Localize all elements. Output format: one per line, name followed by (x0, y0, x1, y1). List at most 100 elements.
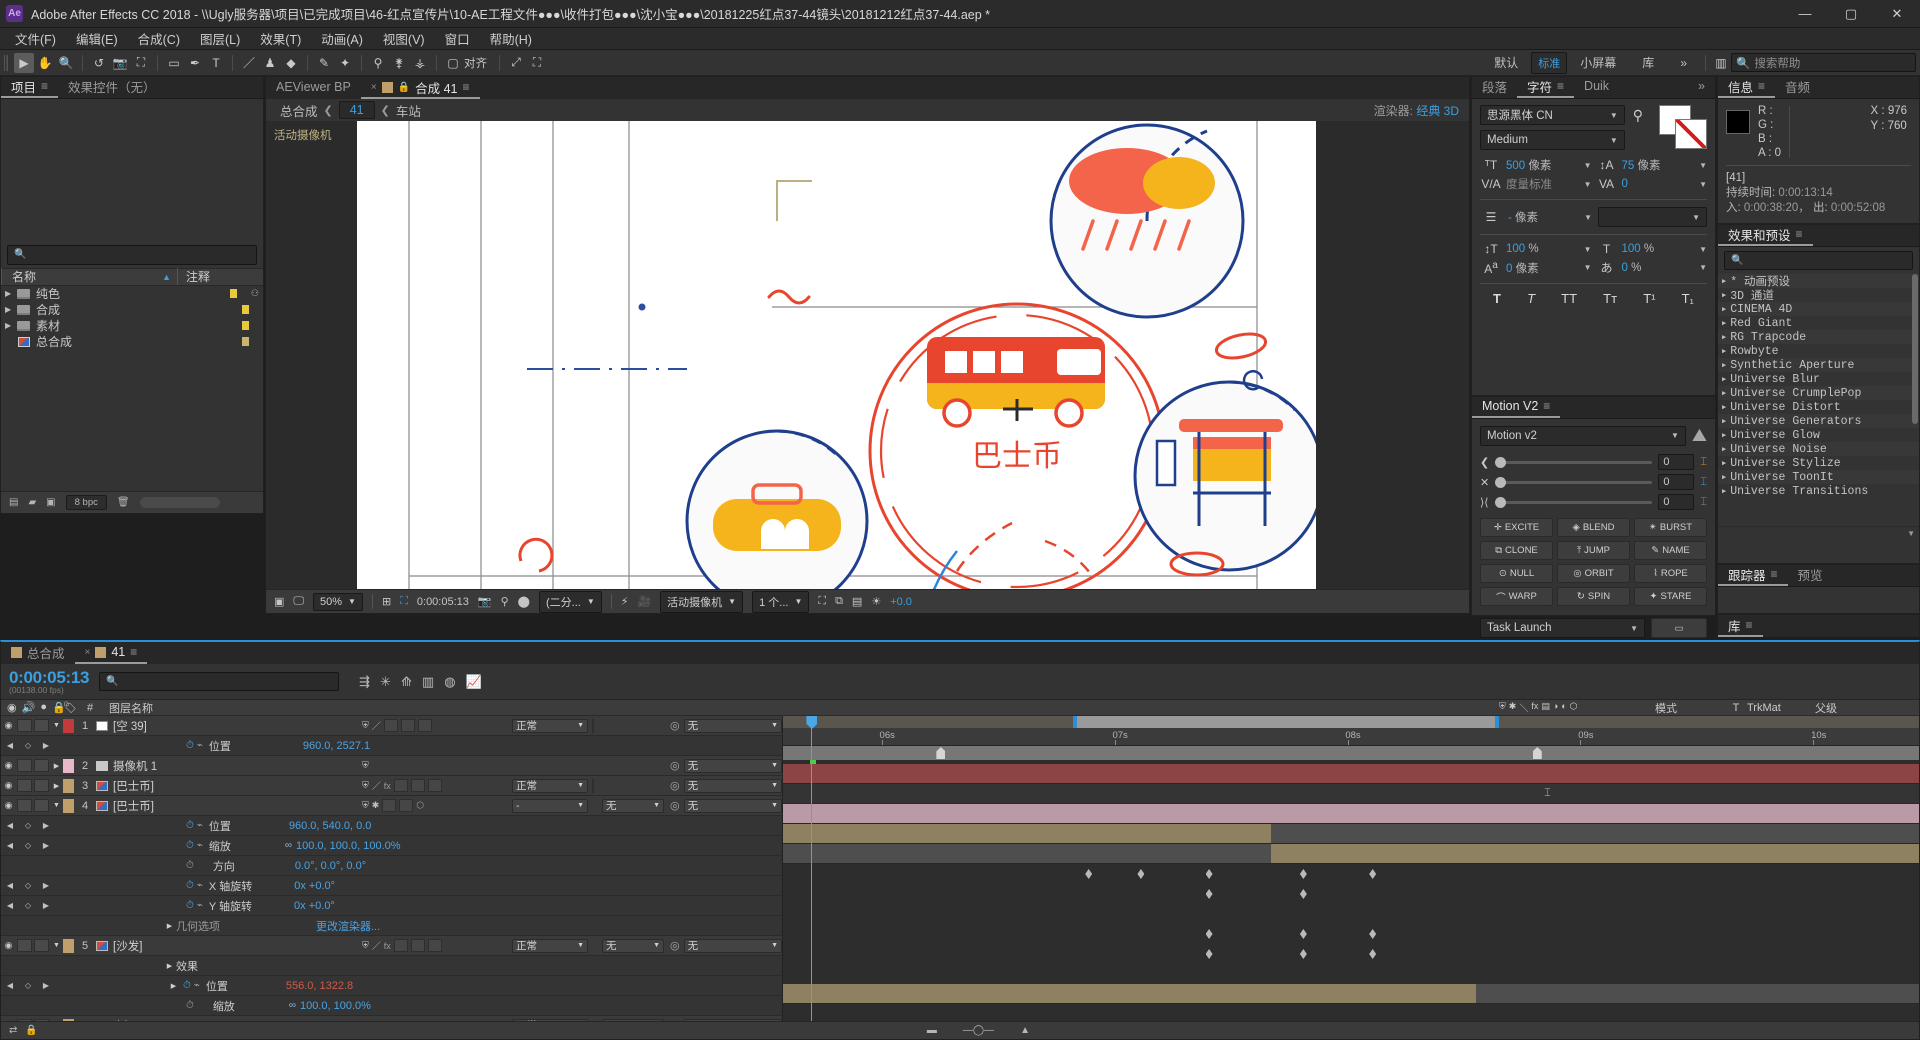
layer-switches[interactable]: ⛨ ／ (362, 719, 512, 732)
parent-select[interactable]: 无▼ (683, 758, 782, 773)
motion-slider-3[interactable] (1494, 496, 1653, 508)
blend-mode-select[interactable]: - ▼ (512, 798, 588, 813)
list-item[interactable]: ▶ Red Giant (1718, 316, 1919, 330)
menu-animation[interactable]: 动画(A) (312, 27, 372, 50)
warp-button[interactable]: ⌒ WARP (1480, 587, 1553, 606)
column-mode[interactable]: 模式 (1649, 700, 1725, 716)
font-size-field[interactable]: 500 像素 ▼ (1506, 157, 1592, 173)
type-tool-icon[interactable]: T (206, 53, 226, 73)
keyframe-row[interactable] (783, 924, 1919, 943)
solo-toggle[interactable] (34, 1019, 49, 1021)
menu-edit[interactable]: 编辑(E) (67, 27, 127, 50)
layer-bar[interactable] (783, 984, 1476, 1003)
list-item[interactable]: ▶ Universe Noise (1718, 442, 1919, 456)
layer-switches[interactable]: ⛨ ✱ ⬡ (362, 799, 512, 812)
null-button[interactable]: ⊙ NULL (1480, 564, 1553, 583)
maximize-button[interactable]: ▢ (1828, 0, 1874, 28)
trkmat-select[interactable]: 无▼ (602, 938, 664, 953)
effects-scrollbar[interactable] (1912, 274, 1918, 424)
property-track[interactable]: ⌶ (783, 784, 1919, 803)
puppet-overlap-icon[interactable]: ⚶ (410, 53, 430, 73)
twirl-icon[interactable]: ▶ (5, 321, 17, 330)
draft-3d-icon[interactable]: ✳ (380, 674, 391, 690)
eyedropper-icon[interactable]: ⚲ (1633, 107, 1643, 124)
property-value[interactable]: 0x +0.0° (294, 880, 335, 892)
layer-bar-inactive[interactable] (783, 844, 1272, 863)
layer-outline[interactable]: ◉ ▼ 1 [空 39] ⛨ ／ 正常 ▼ ◎ 无 ▼ ◀ ◇ ▶ ⏱ ⌁ 位置… (1, 716, 783, 1021)
pan-behind-tool-icon[interactable]: ⛶ (131, 53, 151, 73)
layer-label-color[interactable] (63, 718, 74, 733)
motion-panel-menu-icon[interactable]: ≡ (1543, 399, 1550, 413)
parent-cell[interactable]: ◎ 无▼ (670, 758, 782, 773)
blend-mode-cell[interactable]: 正常▼ (512, 1018, 588, 1021)
stopwatch-icon[interactable]: ⏱ (186, 900, 194, 911)
layer-name-cell[interactable]: [巴士币] (96, 798, 362, 814)
keyframe[interactable] (1369, 949, 1377, 959)
keyframe[interactable] (1205, 929, 1213, 939)
pixel-aspect-icon[interactable]: ⛶ (818, 595, 826, 608)
list-item[interactable]: ▶ * 动画预设 (1718, 274, 1919, 289)
twirl-icon[interactable]: ▶ (1722, 361, 1726, 370)
time-ruler[interactable]: 06s 07s 08s 09s 10s (783, 728, 1919, 746)
trkmat-cell[interactable]: 无▼ (588, 938, 670, 953)
trkmat-cell[interactable] (588, 778, 670, 793)
list-item[interactable]: ▶ Rowbyte (1718, 344, 1919, 358)
current-timecode[interactable]: 0:00:05:13 (417, 596, 469, 608)
orbit-button[interactable]: ◎ ORBIT (1557, 564, 1630, 583)
twirl-icon[interactable]: ▼ (50, 942, 63, 949)
excite-button[interactable]: ✛ EXCITE (1480, 518, 1553, 537)
layer-bar[interactable] (783, 804, 1919, 823)
keyframe[interactable] (1085, 869, 1093, 879)
list-item[interactable]: ▶ Universe Transitions (1718, 484, 1919, 498)
tab-motion-v2[interactable]: Motion V2 ≡ (1472, 396, 1561, 418)
motion-slider-1-value[interactable]: 0 (1658, 454, 1695, 470)
motion-slider-2-value[interactable]: 0 (1658, 474, 1695, 490)
camera-view-icon[interactable]: 🎥 (637, 595, 651, 608)
puppet-pin-icon[interactable]: ⚲ (368, 53, 388, 73)
character-overflow-icon[interactable]: » (1688, 76, 1715, 98)
stroke-type-select[interactable]: ▼ (1598, 207, 1707, 227)
blend-mode-select[interactable]: 正常▼ (512, 938, 588, 953)
keyframe-nav[interactable]: ◀ ◇ ▶ (1, 981, 55, 990)
property-value[interactable]: 0.0°, 0.0°, 0.0° (295, 860, 366, 872)
breadcrumb-comp-number[interactable]: 41 (338, 101, 375, 119)
subscript-button[interactable]: T₁ (1682, 291, 1694, 306)
tracker-panel-menu-icon[interactable]: ≡ (1771, 567, 1778, 581)
new-folder-icon[interactable]: ▰ (28, 497, 36, 508)
column-parent[interactable]: 父级 (1807, 700, 1919, 716)
label-color-swatch[interactable] (242, 337, 249, 346)
menu-window[interactable]: 窗口 (436, 27, 479, 50)
trkmat-cell[interactable] (588, 718, 670, 733)
trkmat-cell[interactable]: 无▼ (588, 798, 670, 813)
keyframe[interactable] (1205, 949, 1213, 959)
keyframe-nav[interactable]: ◀ ◇ ▶ (1, 821, 55, 830)
blend-mode-cell[interactable]: 正常▼ (512, 718, 588, 733)
lock-icon[interactable]: 🔒 (398, 82, 410, 93)
twirl-icon[interactable]: ▶ (1722, 333, 1726, 342)
font-style-select[interactable]: Medium ▼ (1480, 130, 1625, 150)
property-value[interactable]: 更改渲染器... (316, 918, 380, 934)
show-snapshot-icon[interactable]: ⚲ (501, 595, 509, 608)
task-launch-button[interactable]: ▭ (1651, 618, 1707, 638)
kerning-field[interactable]: 度量标准 ▼ (1506, 176, 1592, 192)
blend-mode-cell[interactable]: - ▼ (512, 798, 588, 813)
table-row[interactable]: ◀ ◇ ▶ ⏱ ⌁ Y 轴旋转 0x +0.0° (1, 896, 782, 916)
stopwatch-icon[interactable]: ⏱ (186, 1000, 194, 1011)
twirl-icon[interactable]: ▶ (5, 305, 17, 314)
table-row[interactable]: ▶ 效果 (1, 956, 782, 976)
column-layer-name[interactable]: 图层名称 (101, 700, 1499, 716)
table-row[interactable]: ⏱ 方向 0.0°, 0.0°, 0.0° (1, 856, 782, 876)
graph-icon[interactable]: ⌁ (197, 880, 203, 891)
shape-tool-icon[interactable]: ▭ (164, 53, 184, 73)
parent-cell[interactable]: ◎ 无▼ (670, 798, 782, 813)
list-item[interactable]: ▶ Synthetic Aperture (1718, 358, 1919, 372)
twirl-icon[interactable]: ▶ (1722, 417, 1726, 426)
layer-bar[interactable] (783, 824, 1272, 843)
keyframe-nav[interactable]: ◀ ◇ ▶ (1, 841, 55, 850)
layer-bar[interactable] (1271, 844, 1919, 863)
anchor-right-icon[interactable]: ⟩⟨ (1480, 496, 1489, 509)
list-item[interactable]: ▶ Universe ToonIt (1718, 470, 1919, 484)
table-row[interactable]: ◉ ▼ 5 [沙发] ⛨ ／ fx 正常 ▼ 无 ▼ ◎ 无 ▼ (1, 936, 782, 956)
toolbar-grip[interactable] (4, 54, 8, 71)
table-row[interactable]: ◉ ▶ 2 摄像机 1 ⛨ ◎ 无 ▼ (1, 756, 782, 776)
